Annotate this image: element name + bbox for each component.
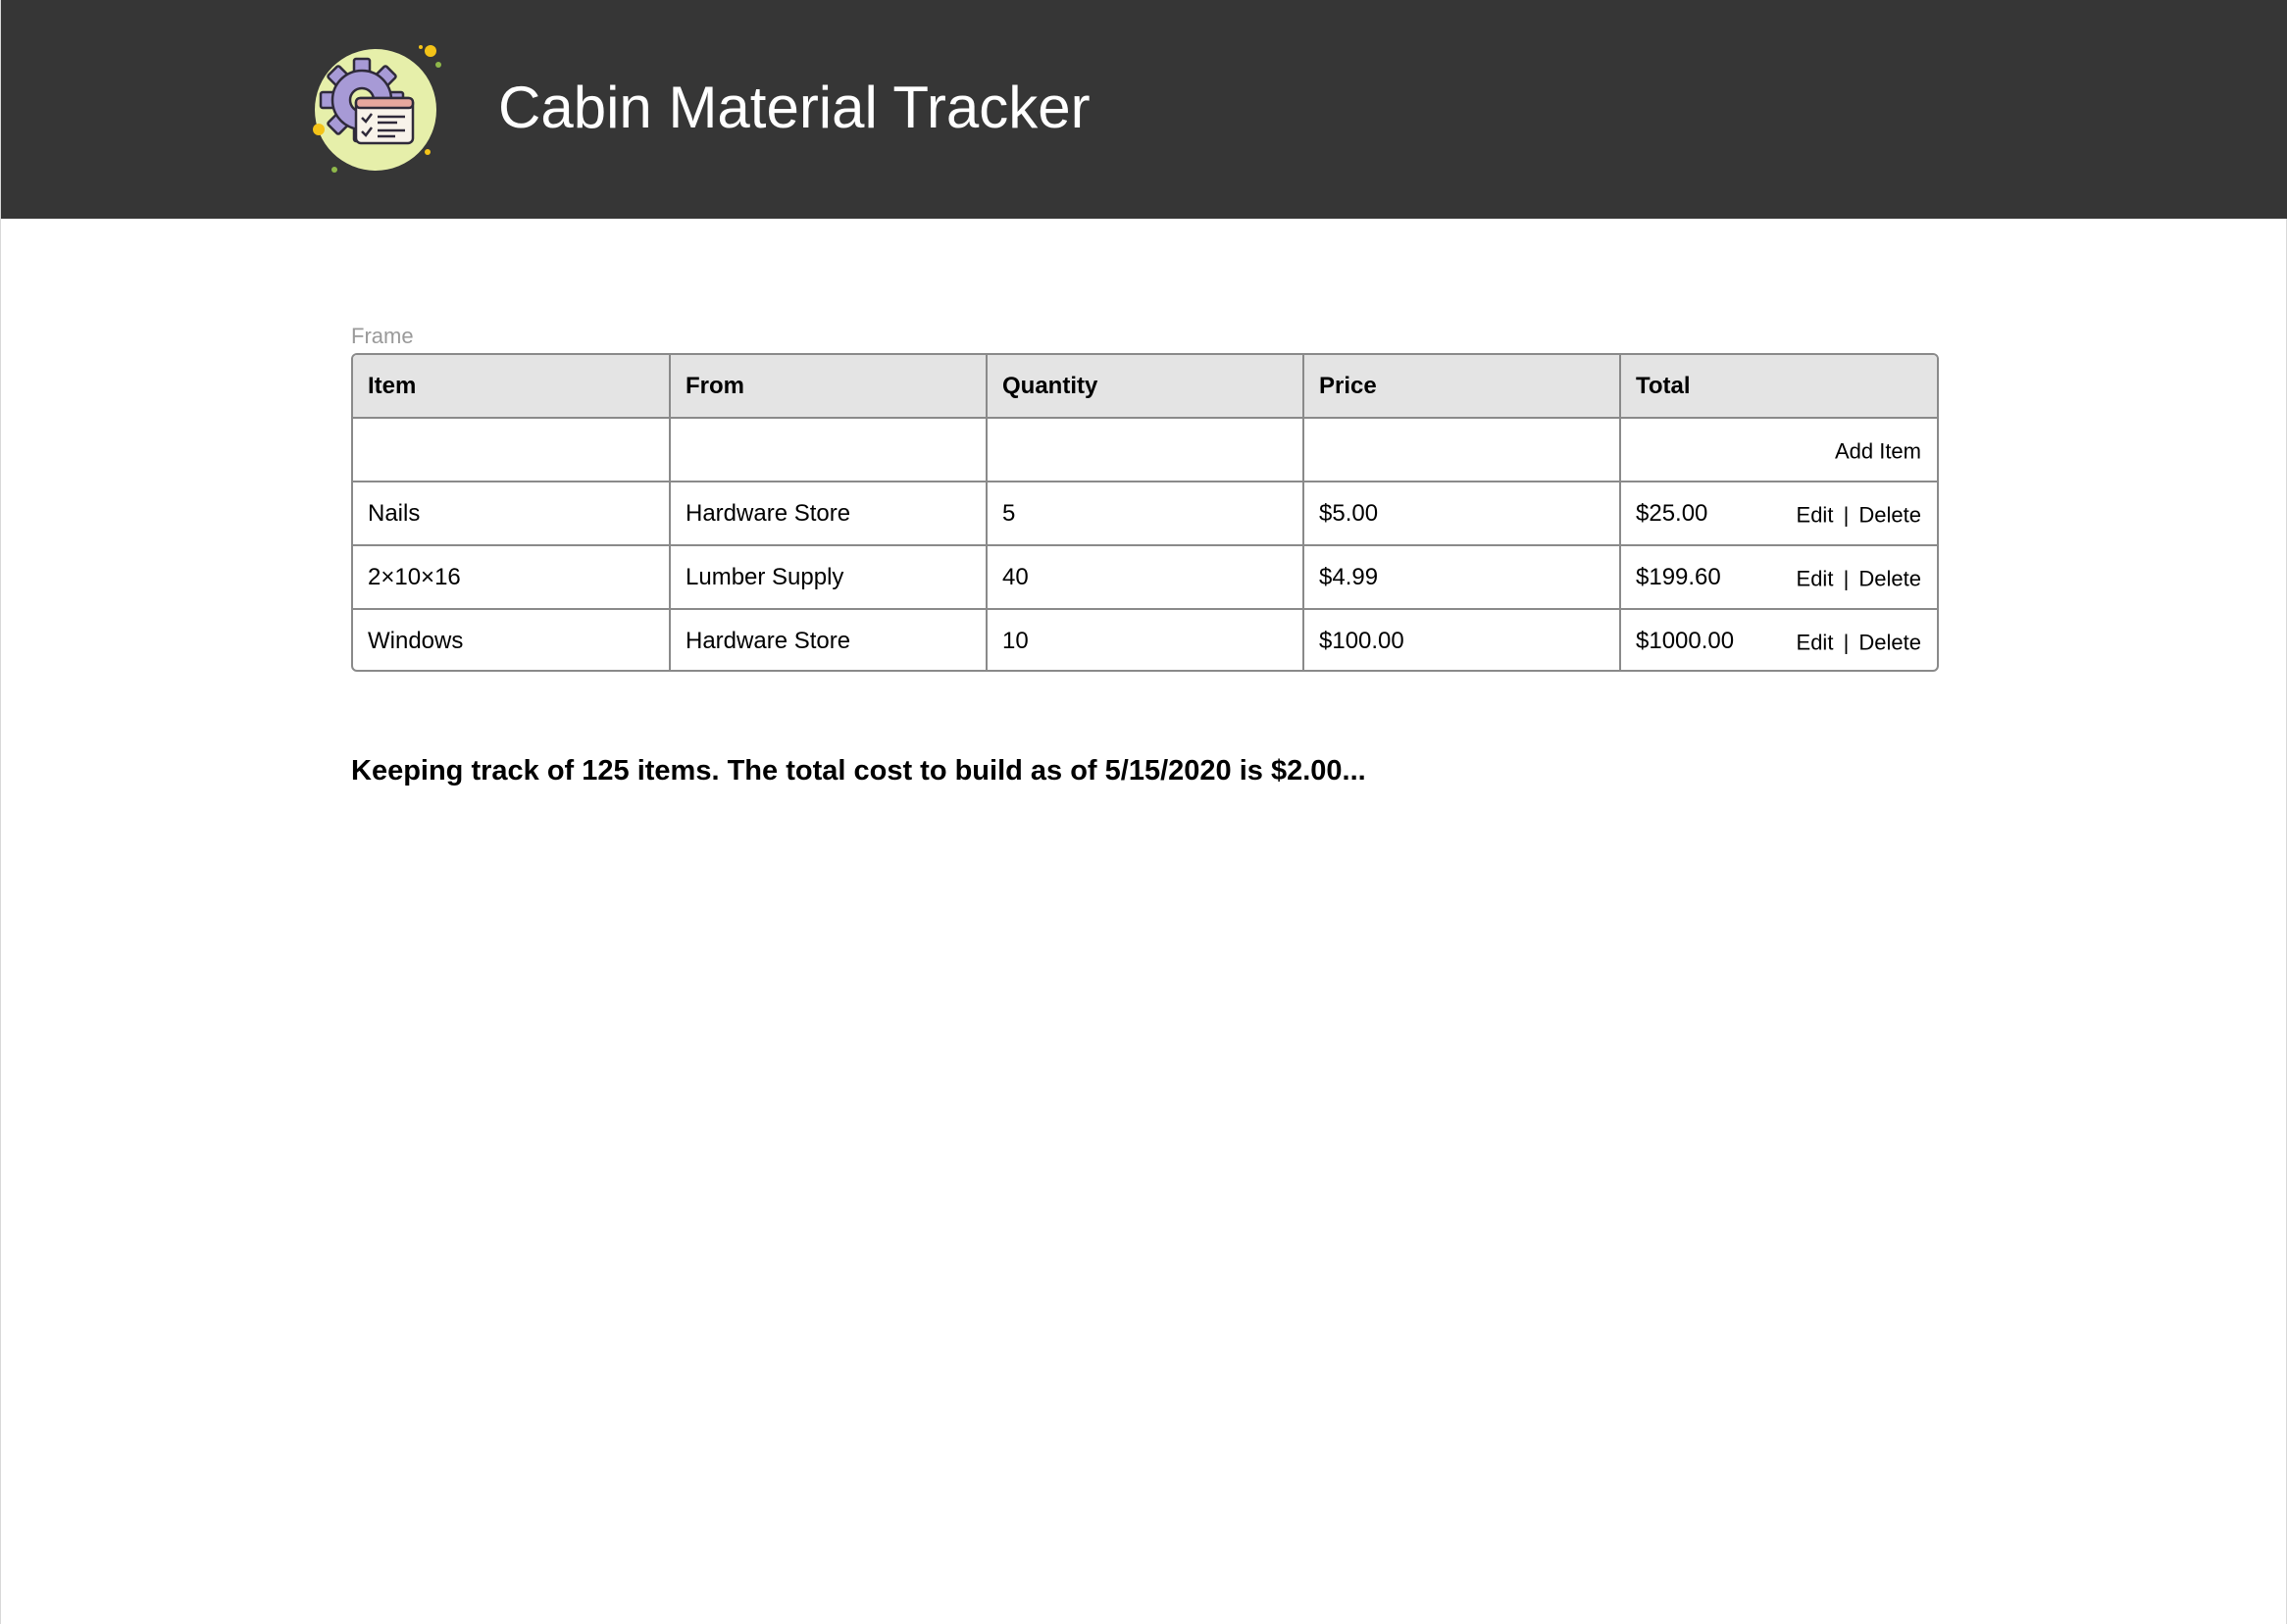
table-row: 2×10×16 Lumber Supply 40 $4.99 $199.60 E… — [353, 544, 1937, 610]
quantity-cell: 40 — [986, 544, 1304, 610]
table-header-row: Item From Quantity Price Total — [353, 355, 1937, 419]
column-header-quantity: Quantity — [986, 355, 1304, 419]
add-item-row: Add Item — [353, 417, 1937, 482]
total-value: $25.00 — [1636, 499, 1708, 527]
total-cell: $199.60 Edit | Delete — [1619, 544, 1937, 610]
new-item-cell[interactable] — [353, 417, 671, 482]
new-price-cell[interactable] — [1302, 417, 1621, 482]
app-header: Cabin Material Tracker — [1, 0, 2287, 219]
row-actions: Edit | Delete — [1797, 502, 1921, 528]
frame-label: Frame — [351, 324, 414, 348]
action-separator: | — [1843, 565, 1850, 590]
total-value: $199.60 — [1636, 563, 1721, 590]
table-row: Nails Hardware Store 5 $5.00 $25.00 Edit… — [353, 481, 1937, 546]
materials-table: Item From Quantity Price Total Add Item … — [351, 353, 1939, 672]
delete-link[interactable]: Delete — [1858, 502, 1921, 527]
app-title: Cabin Material Tracker — [498, 75, 1091, 140]
action-separator: | — [1843, 629, 1850, 654]
delete-link[interactable]: Delete — [1858, 566, 1921, 590]
column-header-from: From — [669, 355, 988, 419]
row-actions: Edit | Delete — [1797, 630, 1921, 655]
new-total-cell: Add Item — [1619, 417, 1937, 482]
delete-link[interactable]: Delete — [1858, 630, 1921, 654]
new-from-cell[interactable] — [669, 417, 988, 482]
edit-link[interactable]: Edit — [1797, 502, 1834, 527]
column-header-item: Item — [353, 355, 671, 419]
from-cell: Hardware Store — [669, 481, 988, 546]
action-separator: | — [1843, 501, 1850, 527]
table-row: Windows Hardware Store 10 $100.00 $1000.… — [353, 608, 1937, 670]
from-cell: Lumber Supply — [669, 544, 988, 610]
gear-checklist-icon — [313, 45, 441, 173]
summary-text: Keeping track of 125 items. The total co… — [351, 755, 1366, 787]
total-cell: $25.00 Edit | Delete — [1619, 481, 1937, 546]
row-actions: Edit | Delete — [1797, 566, 1921, 591]
total-value: $1000.00 — [1636, 627, 1735, 654]
item-cell: Nails — [353, 481, 671, 546]
item-cell: Windows — [353, 608, 671, 670]
edit-link[interactable]: Edit — [1797, 630, 1834, 654]
quantity-cell: 10 — [986, 608, 1304, 670]
price-cell: $5.00 — [1302, 481, 1621, 546]
add-item-button[interactable]: Add Item — [1835, 438, 1921, 464]
edit-link[interactable]: Edit — [1797, 566, 1834, 590]
price-cell: $100.00 — [1302, 608, 1621, 670]
quantity-cell: 5 — [986, 481, 1304, 546]
new-quantity-cell[interactable] — [986, 417, 1304, 482]
price-cell: $4.99 — [1302, 544, 1621, 610]
total-cell: $1000.00 Edit | Delete — [1619, 608, 1937, 670]
item-cell: 2×10×16 — [353, 544, 671, 610]
from-cell: Hardware Store — [669, 608, 988, 670]
column-header-price: Price — [1302, 355, 1621, 419]
column-header-total: Total — [1619, 355, 1937, 419]
